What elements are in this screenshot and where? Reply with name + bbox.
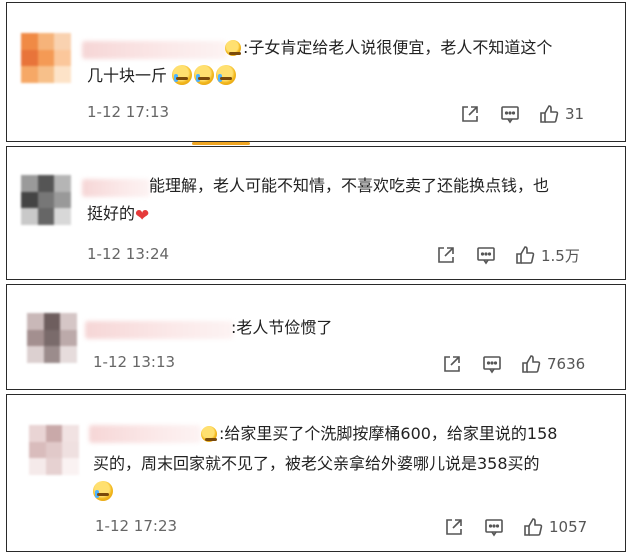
username-blurred[interactable]	[89, 425, 201, 443]
like-count: 31	[565, 105, 585, 123]
like-button[interactable]: 1057	[523, 517, 587, 537]
username-blurred[interactable]	[82, 41, 227, 59]
comment-actions: 1057	[443, 516, 587, 538]
share-icon[interactable]	[441, 353, 463, 375]
avatar[interactable]	[27, 313, 77, 363]
thumbs-up-icon	[522, 355, 541, 373]
crying-face-icon	[172, 65, 193, 85]
like-count: 1.5万	[541, 246, 580, 265]
comment-text: :老人节俭惯了	[231, 318, 333, 337]
accent-underline	[192, 142, 250, 145]
thumbs-up-icon	[540, 105, 559, 123]
comment-text	[93, 479, 115, 505]
crying-face-icon	[194, 65, 215, 85]
thumbs-up-icon	[524, 518, 543, 536]
emoji-icon	[201, 426, 217, 442]
comment-timestamp: 1-12 17:23	[95, 517, 178, 535]
comment-actions: 31	[459, 103, 584, 125]
like-button[interactable]: 7636	[521, 354, 585, 374]
comment-text: :子女肯定给老人说很便宜，老人不知道这个	[225, 35, 552, 61]
comment-icon[interactable]	[481, 353, 503, 375]
comment-text: 买的，周末回家就不见了，被老父亲拿给外婆哪儿说是358买的	[93, 454, 540, 473]
like-button[interactable]: 31	[539, 104, 584, 124]
username-blurred[interactable]	[82, 179, 150, 197]
red-heart-icon: ❤	[135, 206, 150, 226]
comment-card: :老人节俭惯了 1-12 13:13 7636	[6, 284, 626, 390]
avatar[interactable]	[21, 175, 71, 225]
comment-text: 几十块一斤	[87, 63, 238, 89]
comment-icon[interactable]	[499, 103, 521, 125]
emoji-icon	[225, 40, 241, 56]
comment-card: 能理解，老人可能不知情，不喜欢吃卖了还能换点钱，也 挺好的❤ 1-12 13:2…	[6, 146, 626, 280]
comment-text: :给家里买了个洗脚按摩桶600，给家里说的158	[201, 421, 557, 447]
avatar[interactable]	[21, 33, 71, 83]
comment-timestamp: 1-12 13:24	[87, 245, 170, 263]
share-icon[interactable]	[435, 244, 457, 266]
comment-actions: 7636	[441, 353, 585, 375]
comment-text: 能理解，老人可能不知情，不喜欢吃卖了还能换点钱，也	[149, 176, 550, 195]
share-icon[interactable]	[443, 516, 465, 538]
comment-text: 挺好的❤	[87, 201, 153, 227]
thumbs-up-icon	[516, 246, 535, 264]
like-count: 7636	[547, 355, 586, 373]
comment-timestamp: 1-12 13:13	[93, 353, 176, 371]
share-icon[interactable]	[459, 103, 481, 125]
crying-face-icon	[93, 481, 113, 501]
comment-icon[interactable]	[483, 516, 505, 538]
comment-timestamp: 1-12 17:13	[87, 103, 170, 121]
comment-icon[interactable]	[475, 244, 497, 266]
like-count: 1057	[549, 518, 588, 536]
crying-face-icon	[216, 65, 237, 85]
like-button[interactable]: 1.5万	[515, 245, 580, 266]
comment-card: :给家里买了个洗脚按摩桶600，给家里说的158 买的，周末回家就不见了，被老父…	[6, 394, 626, 552]
avatar[interactable]	[29, 425, 79, 475]
comment-card: :子女肯定给老人说很便宜，老人不知道这个 几十块一斤 1-12 17:13 31	[6, 2, 626, 142]
username-blurred[interactable]	[85, 321, 233, 339]
comment-actions: 1.5万	[435, 244, 580, 266]
